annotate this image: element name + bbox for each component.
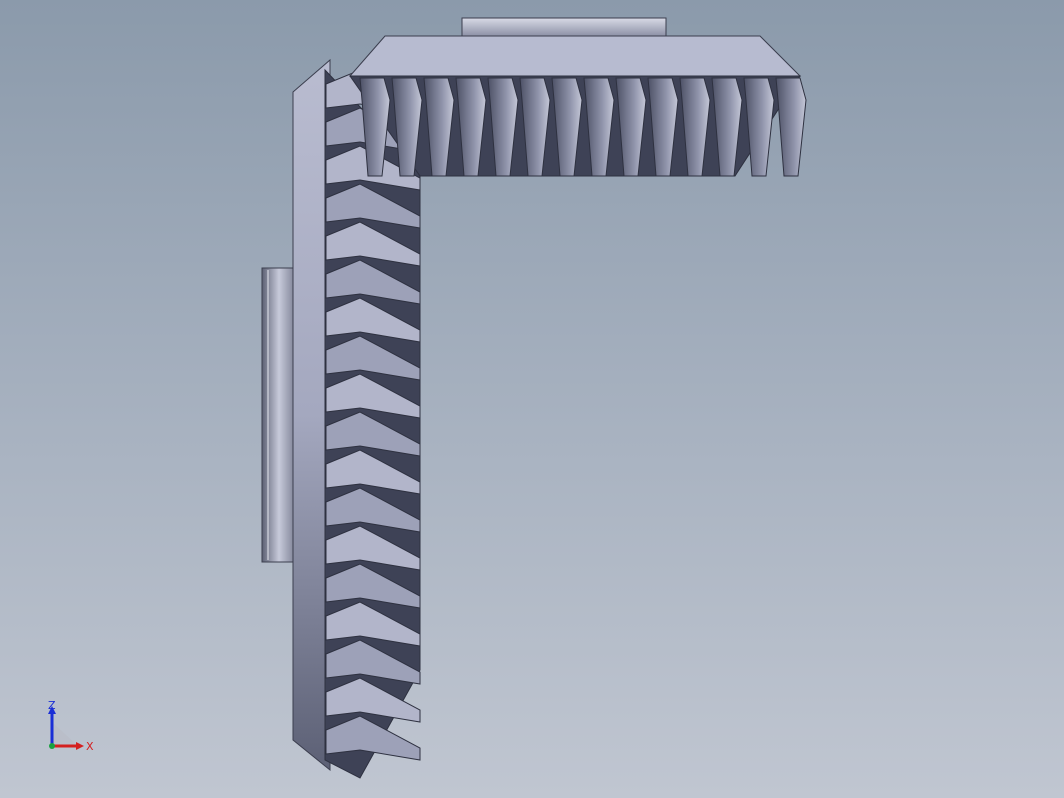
x-axis-label: X [86, 740, 94, 753]
left-gear-back-face [292, 58, 331, 772]
triad-origin [49, 743, 55, 749]
left-bevel-gear[interactable] [261, 58, 421, 779]
top-gear-face [348, 35, 802, 77]
left-gear-hub [261, 267, 297, 563]
top-bevel-gear[interactable] [348, 17, 807, 177]
top-gear-tooth [775, 77, 807, 177]
axis-triad: Z X [48, 699, 94, 753]
gear-model-view[interactable] [0, 0, 1064, 798]
graphics-viewport[interactable]: Z X [0, 0, 1064, 798]
top-gear-hub [461, 17, 667, 37]
top-gear-tooth [743, 77, 775, 177]
z-axis-label: Z [48, 699, 56, 712]
